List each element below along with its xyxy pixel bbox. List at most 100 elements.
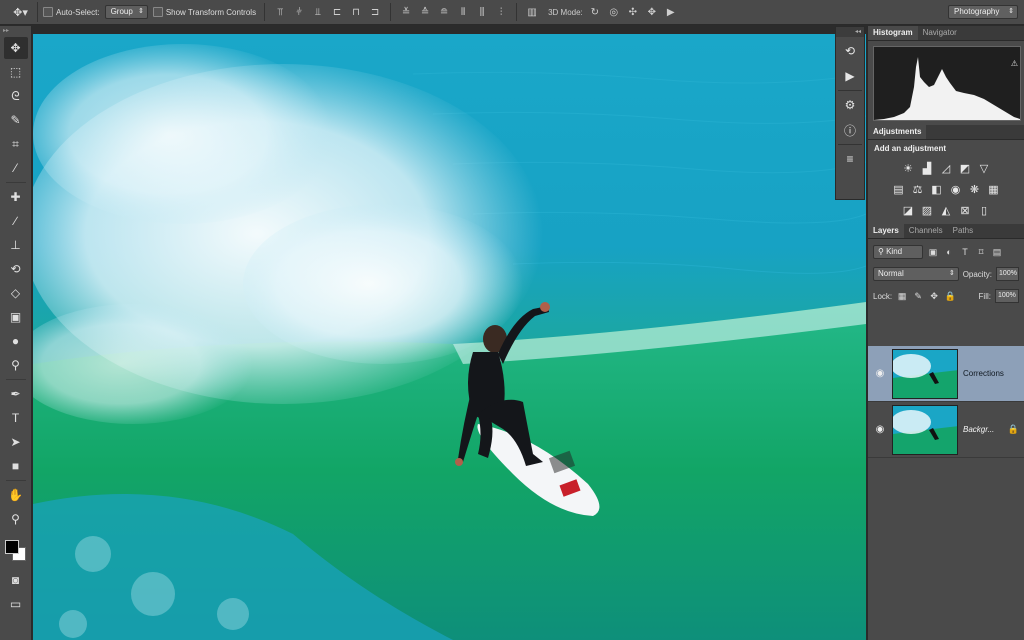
path-select-tool-icon[interactable]: ➤	[4, 431, 28, 453]
auto-select-check-icon[interactable]	[43, 7, 53, 17]
pen-tool-icon[interactable]: ✒	[4, 383, 28, 405]
layer-row-background[interactable]: ◉ Backgr... 🔒	[868, 402, 1024, 458]
hand-tool-icon[interactable]: ✋	[4, 484, 28, 506]
show-transform-check-icon[interactable]	[152, 7, 163, 17]
exposure-icon[interactable]: ◩	[958, 161, 973, 176]
align-hcenter-icon[interactable]: ⊓	[349, 5, 363, 19]
align-top-icon[interactable]: ⫪	[273, 5, 287, 19]
scale-3d-icon[interactable]: ▶	[664, 5, 678, 19]
posterize-icon[interactable]: ▨	[920, 203, 935, 218]
gradient-map-icon[interactable]: ▯	[977, 203, 992, 218]
history-brush-tool-icon[interactable]: ⟲	[4, 258, 28, 280]
eyedropper-tool-icon[interactable]: ⁄	[4, 157, 28, 179]
threshold-icon[interactable]: ◭	[939, 203, 954, 218]
eye-icon[interactable]: ◉	[868, 424, 892, 435]
filter-adjustment-icon[interactable]: ◐	[943, 246, 955, 258]
filter-shape-icon[interactable]: ⌑	[975, 246, 987, 258]
auto-select-dropdown[interactable]: Group	[104, 5, 148, 19]
tab-adjustments[interactable]: Adjustments	[868, 125, 927, 139]
collapsed-panels: ◂◂ ⟲ ▶ ⚙ ⓘ ≡	[835, 26, 865, 200]
tab-layers[interactable]: Layers	[868, 224, 904, 238]
curves-icon[interactable]: ◿	[939, 161, 954, 176]
rectangle-tool-icon[interactable]: ■	[4, 455, 28, 477]
filter-type-icon[interactable]: T	[959, 246, 971, 258]
histogram-tabs: Histogram Navigator	[868, 26, 1024, 41]
brightness-contrast-icon[interactable]: ☀	[901, 161, 916, 176]
eraser-tool-icon[interactable]: ◇	[4, 282, 28, 304]
quick-mask-icon[interactable]: ◙	[4, 569, 28, 591]
channel-mixer-icon[interactable]: ❋	[967, 182, 982, 197]
screen-mode-icon[interactable]: ▭	[4, 593, 28, 615]
layer-row-corrections[interactable]: ◉ Corrections	[868, 346, 1024, 402]
fill-input[interactable]: 100%	[995, 289, 1019, 303]
tab-paths[interactable]: Paths	[948, 224, 978, 238]
color-balance-icon[interactable]: ⚖	[910, 182, 925, 197]
align-left-icon[interactable]: ⊏	[330, 5, 344, 19]
marquee-tool-icon[interactable]: ⬚	[4, 61, 28, 83]
align-vcenter-icon[interactable]: ⫩	[292, 5, 306, 19]
type-tool-icon[interactable]: T	[4, 407, 28, 429]
lock-position-icon[interactable]: ✥	[928, 290, 940, 302]
lasso-tool-icon[interactable]: ᘓ	[4, 85, 28, 107]
roll-3d-icon[interactable]: ◎	[607, 5, 621, 19]
distribute-right-icon[interactable]: ⫶	[494, 5, 508, 19]
lock-image-icon[interactable]: ✎	[912, 290, 924, 302]
actions-play-icon[interactable]: ▶	[839, 65, 861, 87]
document-canvas[interactable]	[33, 34, 866, 640]
photo-filter-icon[interactable]: ◉	[948, 182, 963, 197]
tab-histogram[interactable]: Histogram	[868, 26, 918, 40]
move-tool-icon[interactable]: ✥▾	[4, 2, 38, 22]
rotate-3d-icon[interactable]: ↻	[588, 5, 602, 19]
show-transform-checkbox[interactable]: Show Transform Controls	[152, 7, 256, 17]
dodge-tool-icon[interactable]: ⚲	[4, 354, 28, 376]
filter-pixel-icon[interactable]: ▣	[927, 246, 939, 258]
tab-channels[interactable]: Channels	[904, 224, 948, 238]
info-icon[interactable]: ⓘ	[839, 119, 861, 141]
eye-icon[interactable]: ◉	[868, 368, 892, 379]
vibrance-icon[interactable]: ▽	[977, 161, 992, 176]
collapse-icon[interactable]: ◂◂	[836, 27, 864, 37]
workspace-switcher[interactable]: Photography	[948, 5, 1018, 19]
history-icon[interactable]: ⟲	[839, 40, 861, 62]
lock-transparent-icon[interactable]: ▦	[896, 290, 908, 302]
levels-icon[interactable]: ▟	[920, 161, 935, 176]
invert-icon[interactable]: ◪	[901, 203, 916, 218]
auto-align-icon[interactable]: ▥	[525, 5, 539, 19]
clone-stamp-tool-icon[interactable]: ⊥	[4, 234, 28, 256]
align-right-icon[interactable]: ⊐	[368, 5, 382, 19]
brush-tool-icon[interactable]: ∕	[4, 210, 28, 232]
blend-mode-dropdown[interactable]: Normal	[873, 267, 959, 281]
hue-saturation-icon[interactable]: ▤	[891, 182, 906, 197]
color-lookup-icon[interactable]: ▦	[986, 182, 1001, 197]
distribute-left-icon[interactable]: ⦀	[456, 5, 470, 19]
cache-warning-icon[interactable]: ⚠	[1011, 59, 1018, 68]
distribute-top-icon[interactable]: ≚	[399, 5, 413, 19]
healing-brush-tool-icon[interactable]: ✚	[4, 186, 28, 208]
properties-icon[interactable]: ⚙	[839, 94, 861, 116]
move-tool-icon[interactable]: ✥	[3, 37, 28, 59]
panel-grip[interactable]: ▸▸	[0, 26, 31, 36]
foreground-color-swatch[interactable]	[4, 540, 19, 554]
opacity-input[interactable]: 100%	[996, 267, 1019, 281]
selective-color-icon[interactable]: ⊠	[958, 203, 973, 218]
align-bottom-icon[interactable]: ⫫	[311, 5, 325, 19]
tab-navigator[interactable]: Navigator	[918, 26, 962, 40]
crop-tool-icon[interactable]: ⌗	[4, 133, 28, 155]
auto-select-checkbox[interactable]: Auto-Select:	[43, 7, 100, 17]
blur-tool-icon[interactable]: ●	[4, 330, 28, 352]
distribute-hcenter-icon[interactable]: ⫼	[475, 5, 489, 19]
quick-select-tool-icon[interactable]: ✎	[4, 109, 28, 131]
drag-3d-icon[interactable]: ✣	[626, 5, 640, 19]
lock-all-icon[interactable]: 🔒	[944, 290, 956, 302]
kind-filter-dropdown[interactable]: ⚲ Kind	[873, 245, 923, 259]
right-panels: Histogram Navigator ⚠ Adjustments Add an…	[867, 26, 1024, 640]
tool-presets-icon[interactable]: ≡	[839, 148, 861, 170]
filter-smart-object-icon[interactable]: ▤	[991, 246, 1003, 258]
gradient-tool-icon[interactable]: ▣	[4, 306, 28, 328]
black-white-icon[interactable]: ◧	[929, 182, 944, 197]
slide-3d-icon[interactable]: ✥	[645, 5, 659, 19]
color-swatches[interactable]	[2, 534, 30, 568]
distribute-vcenter-icon[interactable]: ≙	[418, 5, 432, 19]
zoom-tool-icon[interactable]: ⚲	[4, 508, 28, 530]
distribute-bottom-icon[interactable]: ≘	[437, 5, 451, 19]
